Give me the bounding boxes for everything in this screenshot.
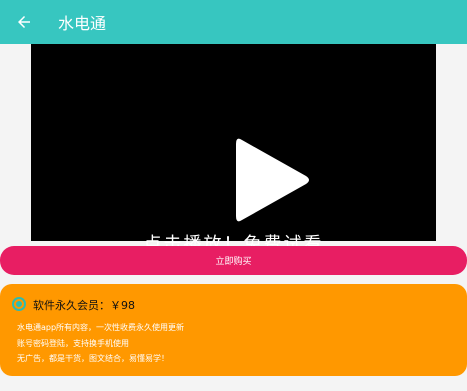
buy-now-button[interactable]: 立即购买 — [0, 246, 467, 275]
video-player[interactable]: 点击播放！免费试看 — [31, 44, 436, 255]
membership-plan-card[interactable]: 软件永久会员：￥98 水电通app所有内容，一次性收费永久使用更新 账号密码登陆… — [0, 284, 467, 376]
play-icon[interactable] — [232, 132, 312, 228]
back-button[interactable] — [6, 4, 42, 40]
plan-title: 软件永久会员：￥98 — [33, 299, 135, 312]
page-title: 水电通 — [58, 14, 107, 33]
plan-description-line: 无广告，都是干货，图文结合，易懂易学！ — [17, 354, 169, 363]
plan-radio[interactable] — [12, 297, 26, 311]
plan-description-line: 水电通app所有内容，一次性收费永久使用更新 — [17, 323, 185, 332]
plan-description-line: 账号密码登陆，支持换手机使用 — [17, 339, 129, 348]
radio-selected-dot — [16, 301, 22, 307]
app-bar: 水电通 — [0, 0, 467, 44]
arrow-left-icon — [18, 16, 30, 28]
